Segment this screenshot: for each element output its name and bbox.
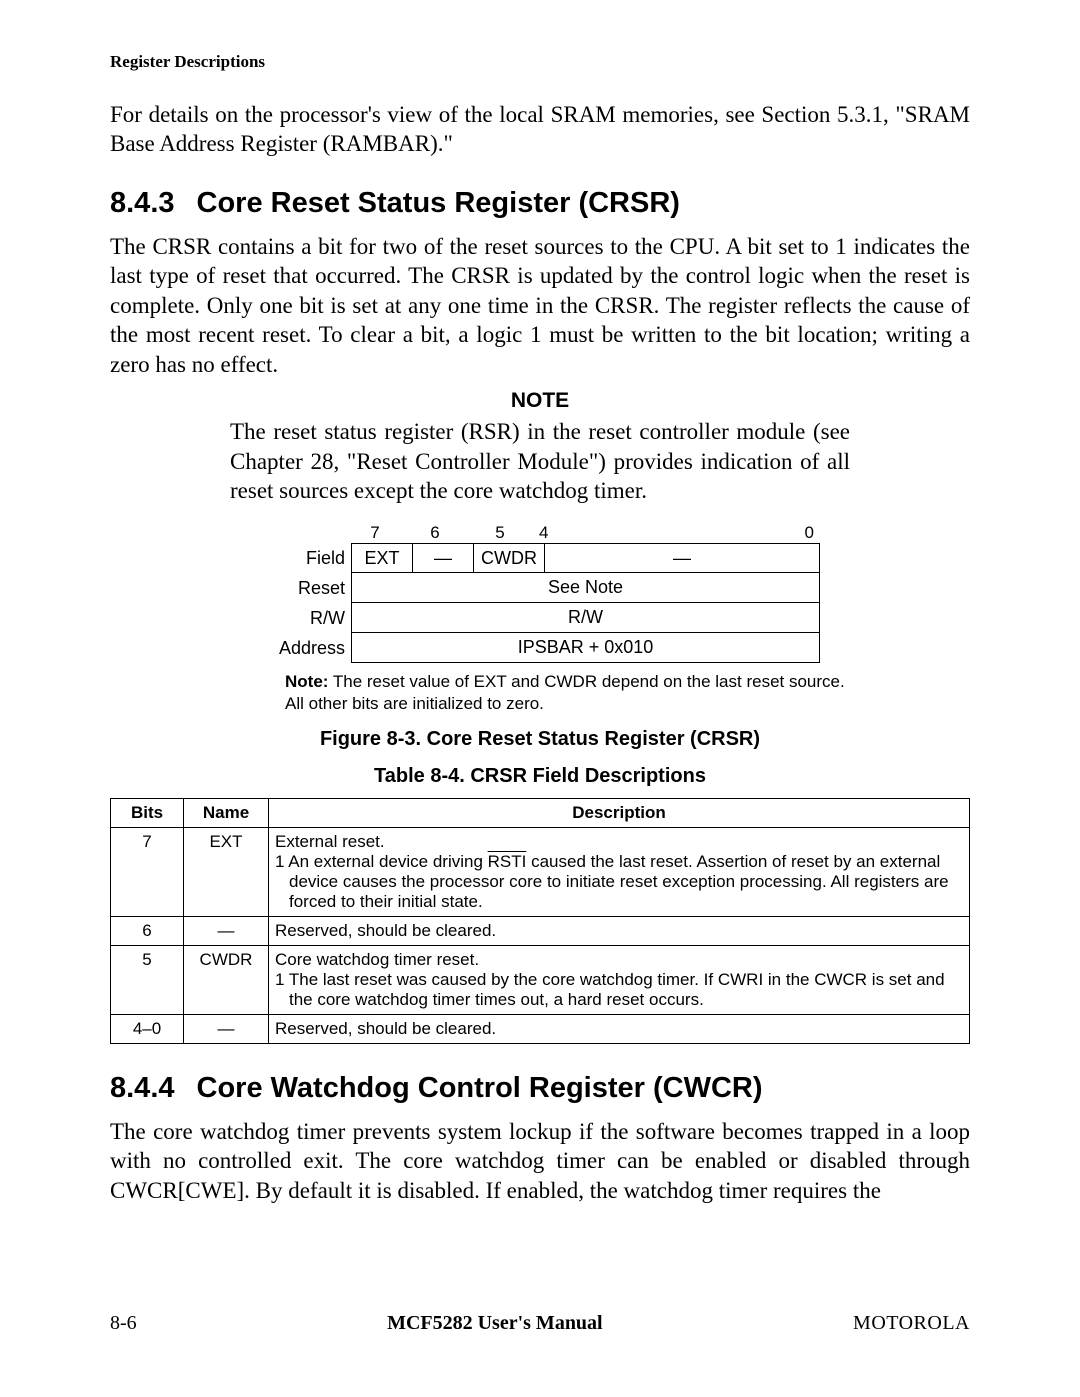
section-title: Core Reset Status Register (CRSR) bbox=[197, 187, 680, 219]
address-row: Address IPSBAR + 0x010 bbox=[260, 633, 820, 663]
field-row: Field EXT — CWDR — bbox=[260, 543, 820, 573]
cell-name: CWDR bbox=[184, 945, 269, 1014]
section-8-4-3-body: The CRSR contains a bit for two of the r… bbox=[110, 232, 970, 379]
col-name: Name bbox=[184, 798, 269, 827]
crsr-field-table: Bits Name Description 7 EXT External res… bbox=[110, 798, 970, 1044]
section-number: 8.4.4 bbox=[110, 1072, 175, 1104]
field-ext: EXT bbox=[352, 544, 413, 572]
figure-caption: Figure 8-3. Core Reset Status Register (… bbox=[110, 728, 970, 751]
footer-brand: MOTOROLA bbox=[853, 1312, 970, 1335]
rw-value: R/W bbox=[352, 603, 819, 632]
section-8-4-3-heading: 8.4.3 Core Reset Status Register (CRSR) bbox=[110, 187, 970, 220]
intro-paragraph: For details on the processor's view of t… bbox=[110, 100, 970, 159]
section-title: Core Watchdog Control Register (CWCR) bbox=[197, 1072, 763, 1104]
table-row: 5 CWDR Core watchdog timer reset. 1 The … bbox=[111, 945, 970, 1014]
footer-manual-title: MCF5282 User's Manual bbox=[387, 1312, 603, 1335]
rw-row: R/W R/W bbox=[260, 603, 820, 633]
field-label: Field bbox=[260, 543, 351, 573]
page: Register Descriptions For details on the… bbox=[0, 0, 1080, 1397]
note-label: NOTE bbox=[110, 389, 970, 413]
bit-6: 6 bbox=[405, 523, 465, 543]
page-footer: 8-6 MCF5282 User's Manual MOTOROLA bbox=[110, 1312, 970, 1335]
desc-lead: External reset. bbox=[275, 832, 385, 851]
note-body: The reset status register (RSR) in the r… bbox=[230, 417, 850, 505]
address-label: Address bbox=[260, 633, 351, 663]
bit-4: 4 bbox=[535, 523, 599, 543]
section-number: 8.4.3 bbox=[110, 187, 175, 219]
bit-5: 5 bbox=[465, 523, 535, 543]
table-header-row: Bits Name Description bbox=[111, 798, 970, 827]
desc-item: 1 An external device driving RSTI caused… bbox=[275, 852, 963, 912]
section-8-4-4-body: The core watchdog timer prevents system … bbox=[110, 1117, 970, 1205]
reset-value: See Note bbox=[352, 573, 819, 602]
cell-desc: Core watchdog timer reset. 1 The last re… bbox=[269, 945, 970, 1014]
reset-row: Reset See Note bbox=[260, 573, 820, 603]
running-header: Register Descriptions bbox=[110, 52, 970, 72]
register-note: Note: The reset value of EXT and CWDR de… bbox=[110, 671, 845, 714]
cell-bits: 4–0 bbox=[111, 1014, 184, 1043]
register-note-text: The reset value of EXT and CWDR depend o… bbox=[285, 672, 845, 712]
cell-name: EXT bbox=[184, 827, 269, 916]
table-caption: Table 8-4. CRSR Field Descriptions bbox=[110, 765, 970, 788]
cell-bits: 6 bbox=[111, 916, 184, 945]
address-value: IPSBAR + 0x010 bbox=[352, 633, 819, 662]
col-desc: Description bbox=[269, 798, 970, 827]
cell-name: — bbox=[184, 916, 269, 945]
bit-number-row: 7 6 5 4 0 bbox=[345, 523, 820, 543]
register-diagram: 7 6 5 4 0 Field EXT — CWDR — Reset See N… bbox=[260, 523, 820, 663]
rw-label: R/W bbox=[260, 603, 351, 633]
cell-desc: Reserved, should be cleared. bbox=[269, 1014, 970, 1043]
cell-name: — bbox=[184, 1014, 269, 1043]
desc-item: 1 The last reset was caused by the core … bbox=[275, 970, 963, 1010]
bit-0: 0 bbox=[599, 523, 820, 543]
footer-page-number: 8-6 bbox=[110, 1312, 137, 1335]
table-row: 7 EXT External reset. 1 An external devi… bbox=[111, 827, 970, 916]
field-dash2: — bbox=[545, 544, 819, 572]
col-bits: Bits bbox=[111, 798, 184, 827]
desc-item-pre: 1 An external device driving bbox=[275, 852, 488, 871]
desc-lead: Core watchdog timer reset. bbox=[275, 950, 479, 969]
cell-desc: External reset. 1 An external device dri… bbox=[269, 827, 970, 916]
cell-bits: 7 bbox=[111, 827, 184, 916]
field-cwdr: CWDR bbox=[474, 544, 545, 572]
section-8-4-4-heading: 8.4.4 Core Watchdog Control Register (CWC… bbox=[110, 1072, 970, 1105]
reset-label: Reset bbox=[260, 573, 351, 603]
cell-bits: 5 bbox=[111, 945, 184, 1014]
table-row: 6 — Reserved, should be cleared. bbox=[111, 916, 970, 945]
rsti-overline: RSTI bbox=[488, 852, 527, 871]
field-dash1: — bbox=[413, 544, 474, 572]
bit-7: 7 bbox=[345, 523, 405, 543]
cell-desc: Reserved, should be cleared. bbox=[269, 916, 970, 945]
register-note-prefix: Note: bbox=[285, 672, 328, 691]
table-row: 4–0 — Reserved, should be cleared. bbox=[111, 1014, 970, 1043]
